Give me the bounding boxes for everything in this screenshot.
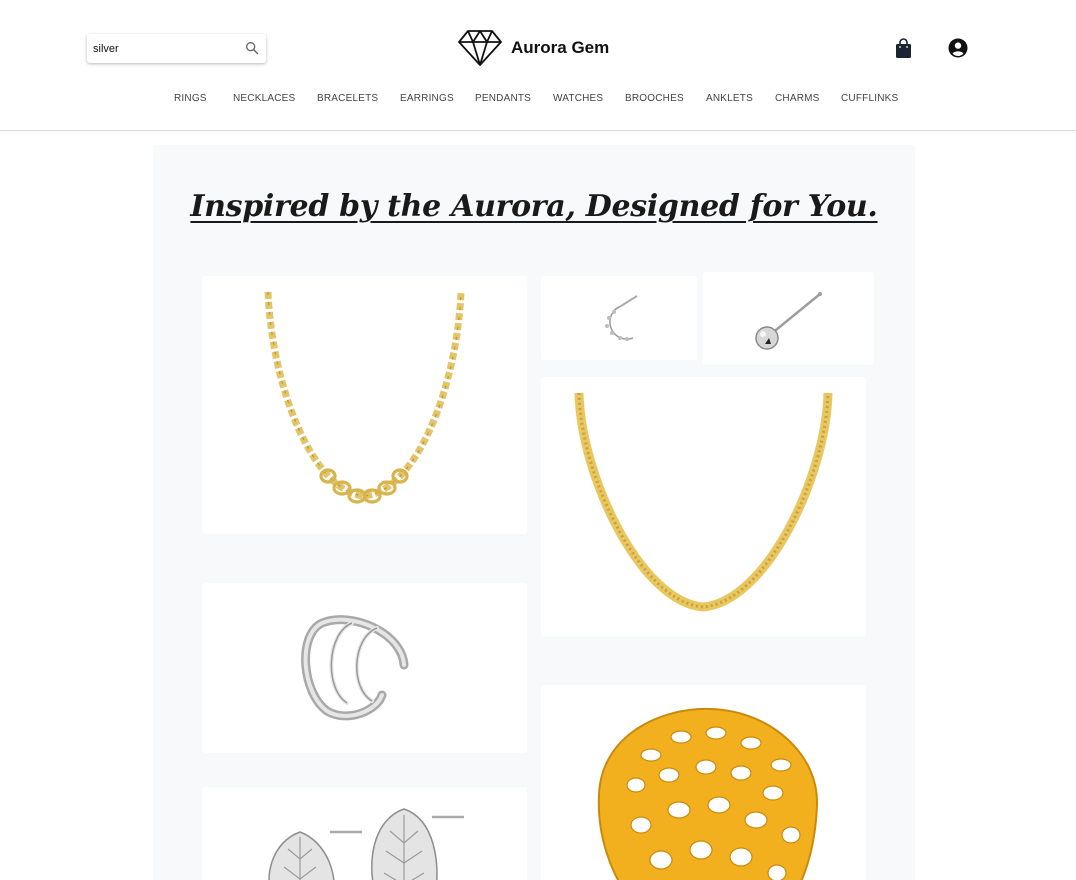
nav-item-cufflinks[interactable]: CUFFLINKS xyxy=(841,93,898,104)
silver-ear-cuff-image xyxy=(301,615,409,721)
site-header: Aurora Gem RINGS NECKLACES BRACELETS EAR… xyxy=(0,0,1076,131)
brand-name: Aurora Gem xyxy=(511,38,610,57)
hero-title: Inspired by the Aurora, Designed for You… xyxy=(190,189,878,224)
account-circle-icon[interactable] xyxy=(948,38,968,58)
brand[interactable]: Aurora Gem xyxy=(458,29,609,67)
gold-filigree-ring-image xyxy=(597,707,819,880)
product-card-ear-cuff[interactable] xyxy=(202,583,527,753)
search-input[interactable] xyxy=(93,38,233,59)
nav-item-brooches[interactable]: BROOCHES xyxy=(625,93,684,104)
hero-panel: Inspired by the Aurora, Designed for You… xyxy=(153,145,915,880)
silver-leaf-stud-earrings-image xyxy=(268,808,464,880)
gold-curb-chain-necklace-image xyxy=(264,291,465,504)
nav-item-pendants[interactable]: PENDANTS xyxy=(475,93,531,104)
product-card-leaf-studs[interactable] xyxy=(202,787,527,880)
product-card-filigree-ring[interactable] xyxy=(541,685,866,880)
gold-herringbone-chain-image xyxy=(574,392,833,612)
category-nav: RINGS NECKLACES BRACELETS EARRINGS PENDA… xyxy=(0,93,1076,107)
nav-item-rings[interactable]: RINGS xyxy=(174,93,207,104)
search-box xyxy=(87,34,266,63)
nav-item-bracelets[interactable]: BRACELETS xyxy=(317,93,378,104)
moon-stud-earring-image xyxy=(605,295,638,341)
shopping-bag-icon[interactable] xyxy=(894,38,913,59)
product-card-herringbone-chain[interactable] xyxy=(541,377,866,637)
product-card-gold-curb-chain[interactable] xyxy=(202,276,527,534)
product-card-ball-stud[interactable] xyxy=(703,272,874,365)
ball-stud-earring-image xyxy=(755,292,822,350)
nav-item-earrings[interactable]: EARRINGS xyxy=(400,93,454,104)
nav-item-necklaces[interactable]: NECKLACES xyxy=(233,93,295,104)
nav-item-charms[interactable]: CHARMS xyxy=(775,93,820,104)
search-icon[interactable] xyxy=(244,40,260,56)
product-card-moon-stud[interactable] xyxy=(541,276,697,360)
diamond-logo-icon xyxy=(458,30,502,66)
nav-item-watches[interactable]: WATCHES xyxy=(553,93,603,104)
nav-item-anklets[interactable]: ANKLETS xyxy=(706,93,753,104)
